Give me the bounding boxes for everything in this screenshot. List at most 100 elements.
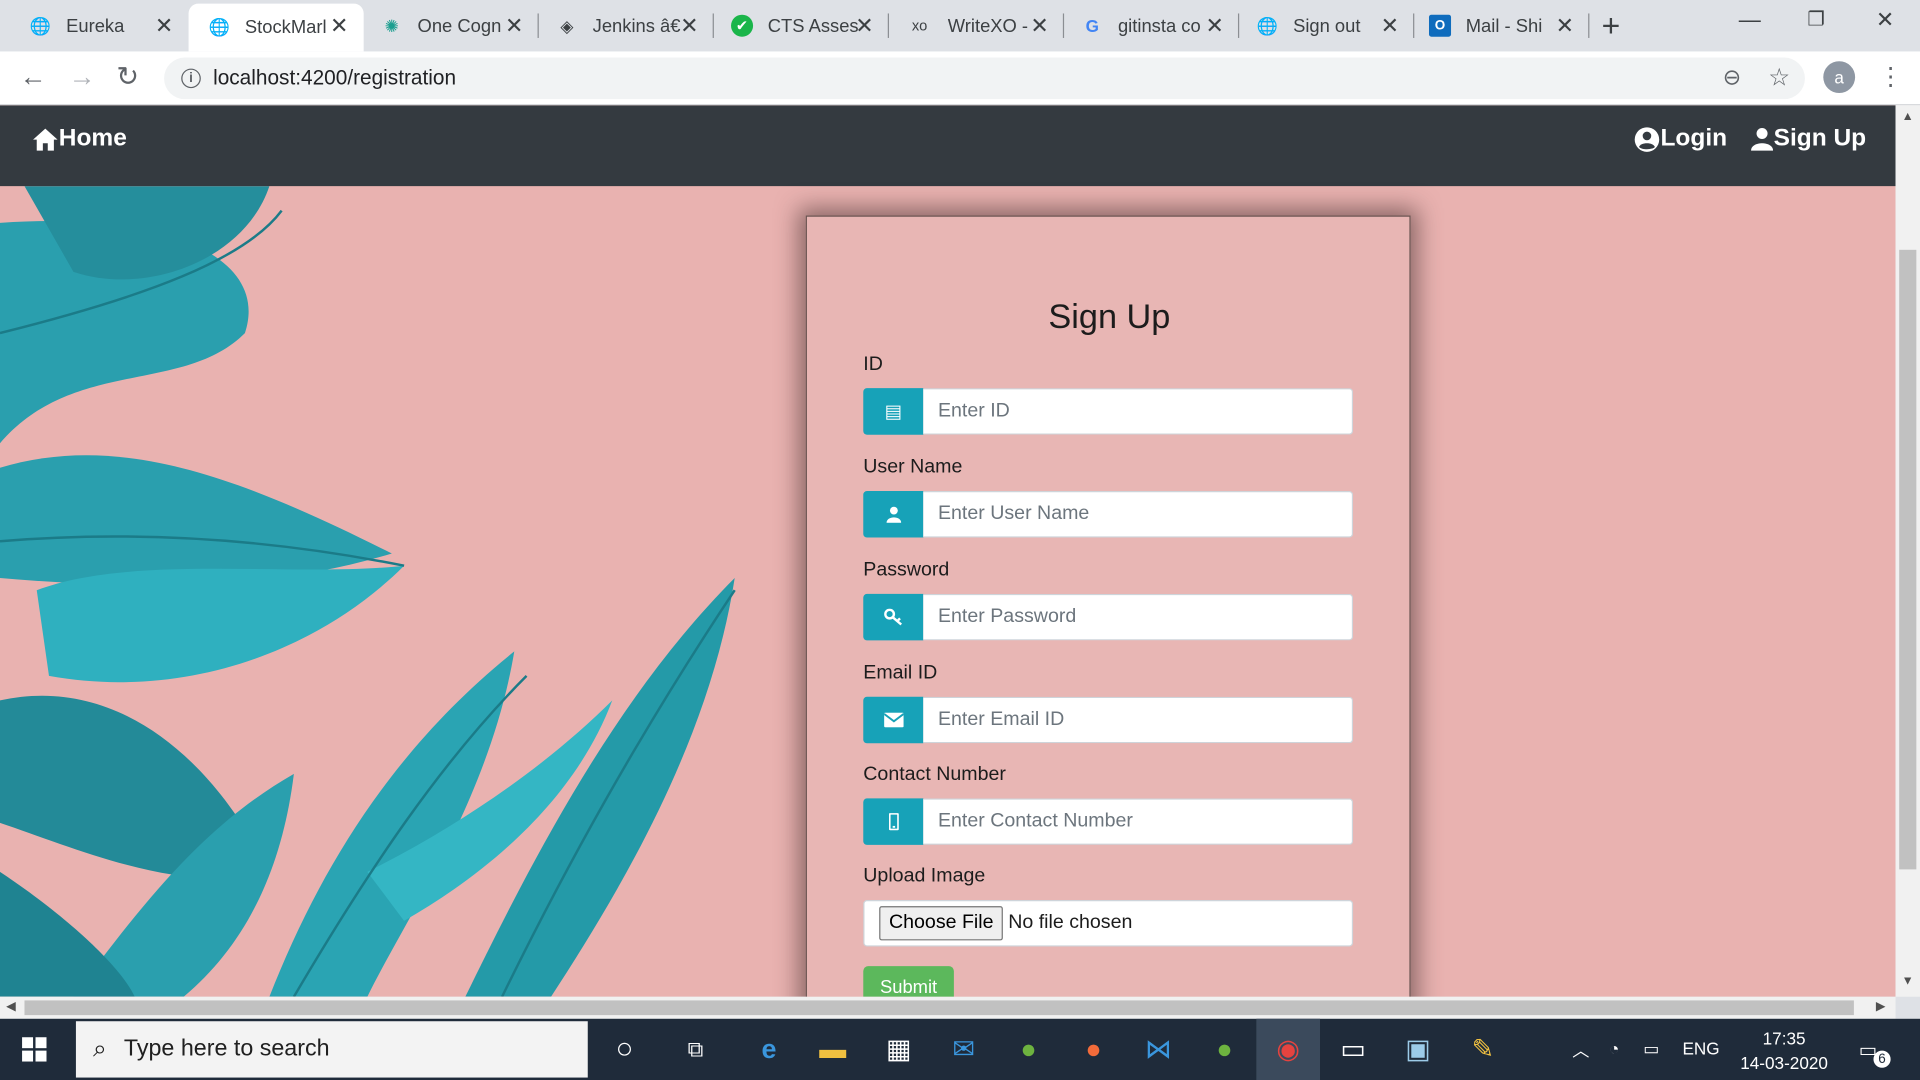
- horizontal-scrollbar[interactable]: ◀ ▶: [0, 996, 1896, 1019]
- terminal-icon[interactable]: ▭: [1333, 1031, 1372, 1068]
- choose-file-button[interactable]: Choose File: [879, 906, 1004, 941]
- tab-separator: [1588, 13, 1590, 38]
- globe-icon: 🌐: [208, 17, 230, 37]
- nav-home-label: Home: [58, 124, 127, 152]
- minimize-icon[interactable]: —: [1739, 7, 1761, 33]
- submit-button[interactable]: Submit: [863, 966, 954, 997]
- nav-signup-link[interactable]: Sign Up: [1751, 125, 1866, 153]
- browser-toolbar: ← → ↻ i localhost:4200/registration ⊖ ☆ …: [0, 51, 1920, 106]
- close-icon[interactable]: ✕: [680, 13, 700, 39]
- username-label: User Name: [863, 456, 963, 478]
- wifi-icon[interactable]: ◔: [1609, 1038, 1619, 1058]
- remote-desktop-icon[interactable]: ▣: [1398, 1031, 1437, 1068]
- tab-writexo[interactable]: xo WriteXO - ✕: [889, 4, 1065, 48]
- contact-label: Contact Number: [863, 764, 1006, 785]
- file-input[interactable]: Choose File No file chosen: [863, 900, 1354, 947]
- search-icon: ⌕: [93, 1035, 107, 1063]
- zoom-icon[interactable]: ⊖: [1723, 65, 1741, 91]
- top-navbar: Home Login Sign Up: [0, 105, 1896, 187]
- site-info-icon[interactable]: i: [181, 68, 201, 89]
- tab-stockmarket[interactable]: 🌐 StockMarl ✕: [188, 3, 364, 52]
- close-icon[interactable]: ✕: [1205, 13, 1225, 39]
- address-bar[interactable]: i localhost:4200/registration ⊖ ☆: [164, 57, 1805, 100]
- scroll-up-arrow-icon[interactable]: ▲: [1902, 110, 1914, 123]
- url-text[interactable]: localhost:4200/registration: [213, 66, 456, 90]
- home-icon: [33, 127, 58, 151]
- vscode-icon[interactable]: ⋈: [1139, 1031, 1178, 1068]
- file-explorer-icon[interactable]: ▬: [813, 1031, 852, 1068]
- show-hidden-icons-icon[interactable]: ︿: [1572, 1038, 1589, 1062]
- reload-icon[interactable]: ↻: [116, 61, 139, 93]
- scroll-down-arrow-icon[interactable]: ▼: [1902, 975, 1914, 988]
- user-icon: [1751, 127, 1774, 151]
- tab-eureka[interactable]: 🌐 Eureka ✕: [0, 4, 189, 48]
- id-card-icon: ▤: [863, 388, 924, 435]
- forward-arrow-icon[interactable]: →: [69, 61, 96, 93]
- upload-label: Upload Image: [863, 865, 986, 887]
- paint-icon[interactable]: ✎: [1463, 1031, 1502, 1068]
- tab-jenkins[interactable]: ◈ Jenkins â€ ✕: [539, 4, 714, 48]
- close-icon[interactable]: ✕: [1555, 13, 1575, 39]
- tab-cts-assessment[interactable]: ✔ CTS Asses ✕: [714, 4, 889, 48]
- notification-count-badge: 6: [1873, 1050, 1891, 1068]
- tab-title: One Cogn: [417, 15, 502, 37]
- tab-title: Mail - Shi: [1465, 15, 1543, 37]
- tab-one-cognizant[interactable]: ✺ One Cogn ✕: [364, 4, 539, 48]
- taskbar-search-placeholder: Type here to search: [123, 1035, 330, 1062]
- email-input[interactable]: [923, 696, 1354, 744]
- back-arrow-icon[interactable]: ←: [20, 61, 47, 93]
- close-icon[interactable]: ✕: [1380, 13, 1400, 39]
- id-input-group: ▤: [863, 388, 1354, 435]
- cortana-icon[interactable]: ○: [605, 1031, 644, 1068]
- close-icon[interactable]: ✕: [855, 13, 875, 39]
- spring-tool-icon[interactable]: ●: [1009, 1031, 1048, 1068]
- scroll-right-arrow-icon[interactable]: ▶: [1876, 1000, 1885, 1013]
- tab-title: Jenkins â€: [592, 15, 681, 37]
- tab-gitinsta[interactable]: G gitinsta co ✕: [1064, 4, 1240, 48]
- clock-date: 14-03-2020: [1740, 1053, 1828, 1073]
- chrome-icon[interactable]: ◉: [1269, 1031, 1308, 1068]
- close-icon[interactable]: ✕: [1030, 13, 1050, 39]
- horizontal-scroll-thumb[interactable]: [24, 1000, 1854, 1016]
- store-icon[interactable]: ▦: [879, 1031, 918, 1068]
- contact-input-group: [863, 798, 1354, 845]
- taskbar-search-box[interactable]: ⌕ Type here to search: [75, 1021, 588, 1078]
- jenkins-icon: ◈: [560, 15, 574, 35]
- taskbar-clock[interactable]: 17:35 14-03-2020: [1736, 1026, 1832, 1075]
- window-close-icon[interactable]: ✕: [1876, 7, 1894, 33]
- battery-icon[interactable]: ▭: [1643, 1038, 1659, 1059]
- tab-title: Eureka: [66, 15, 125, 37]
- new-tab-plus-icon[interactable]: +: [1602, 7, 1621, 45]
- outlook-icon: O: [1428, 14, 1452, 37]
- language-indicator[interactable]: ENG: [1682, 1038, 1719, 1058]
- close-icon[interactable]: ✕: [504, 13, 524, 39]
- bookmark-star-icon[interactable]: ☆: [1768, 62, 1790, 93]
- browser-menu-icon[interactable]: ⋮: [1878, 61, 1902, 92]
- windows-taskbar: ⌕ Type here to search ○ ⧉ e ▬ ▦ ✉ ● ● ⋈ …: [0, 1018, 1920, 1080]
- postman-icon[interactable]: ●: [1074, 1031, 1113, 1068]
- restore-icon[interactable]: ❐: [1807, 7, 1825, 31]
- close-icon[interactable]: ✕: [154, 13, 174, 39]
- tab-mail[interactable]: O Mail - Shi ✕: [1414, 4, 1590, 48]
- windows-start-icon[interactable]: [22, 1037, 47, 1062]
- user-icon: [863, 491, 924, 538]
- vertical-scroll-thumb[interactable]: [1899, 249, 1917, 870]
- id-input[interactable]: [923, 388, 1354, 435]
- nav-login-link[interactable]: Login: [1634, 125, 1727, 153]
- tab-title: gitinsta co: [1117, 15, 1201, 37]
- profile-avatar[interactable]: a: [1823, 61, 1856, 94]
- spring-boot-icon[interactable]: ●: [1205, 1031, 1244, 1068]
- task-view-icon[interactable]: ⧉: [676, 1031, 715, 1068]
- edge-icon[interactable]: e: [749, 1031, 788, 1068]
- scroll-left-arrow-icon[interactable]: ◀: [6, 1000, 15, 1013]
- tab-sign-out[interactable]: 🌐 Sign out ✕: [1239, 4, 1415, 48]
- signup-card: Sign Up ID ▤ User Name Password Email: [805, 215, 1411, 997]
- nav-home-link[interactable]: Home: [32, 125, 127, 153]
- password-input[interactable]: [923, 593, 1354, 641]
- contact-input[interactable]: [923, 798, 1354, 845]
- username-input-group: [863, 491, 1354, 538]
- mail-icon[interactable]: ✉: [944, 1031, 983, 1068]
- username-input[interactable]: [923, 491, 1354, 538]
- vertical-scrollbar[interactable]: ▲ ▼: [1895, 105, 1920, 997]
- close-icon[interactable]: ✕: [329, 13, 349, 39]
